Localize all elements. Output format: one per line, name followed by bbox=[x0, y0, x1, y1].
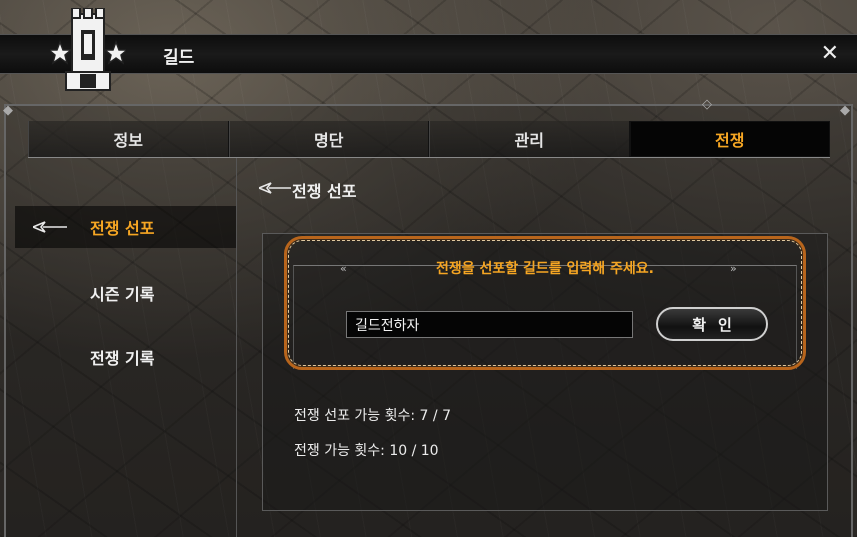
sidebar-item-declare-war[interactable]: 전쟁 선포 bbox=[15, 206, 236, 248]
tab-label: 관리 bbox=[514, 131, 544, 150]
confirm-button[interactable]: 확인 bbox=[656, 307, 768, 341]
declare-count-text: 전쟁 선포 가능 횟수: 7 / 7 bbox=[294, 408, 451, 424]
corner-ornament-icon: ◆ bbox=[840, 103, 850, 118]
top-ornament-icon: ◇ bbox=[702, 97, 712, 112]
title-bar[interactable]: 길드 ✕ bbox=[0, 34, 857, 74]
sidebar-item-label: 전쟁 기록 bbox=[90, 349, 155, 368]
sidebar-item-label: 전쟁 선포 bbox=[90, 219, 155, 238]
tab-label: 전쟁 bbox=[715, 131, 745, 150]
guild-emblem-icon bbox=[50, 8, 126, 91]
sidebar-item-season-record[interactable]: 시즌 기록 bbox=[15, 272, 236, 314]
guild-name-input[interactable]: 길드전하자 bbox=[346, 311, 633, 338]
tab-label: 정보 bbox=[113, 131, 143, 150]
sidebar-item-label: 시즌 기록 bbox=[90, 285, 155, 304]
tab-bar: 정보 명단 관리 전쟁 bbox=[28, 121, 830, 157]
guild-name-value: 길드전하자 bbox=[355, 317, 420, 334]
tab-info[interactable]: 정보 bbox=[28, 121, 229, 157]
highlight-outline bbox=[284, 236, 806, 370]
tab-roster[interactable]: 명단 bbox=[228, 121, 429, 157]
corner-ornament-icon: ◆ bbox=[3, 103, 13, 118]
window-title: 길드 bbox=[163, 48, 195, 68]
section-title: 전쟁 선포 bbox=[292, 182, 357, 201]
sidebar: 전쟁 선포 시즌 기록 전쟁 기록 bbox=[15, 158, 236, 537]
tab-war[interactable]: 전쟁 bbox=[629, 121, 830, 157]
sidebar-item-war-record[interactable]: 전쟁 기록 bbox=[15, 336, 236, 378]
arrow-pointer-icon bbox=[33, 221, 67, 233]
close-button[interactable]: ✕ bbox=[821, 41, 839, 66]
war-count-text: 전쟁 가능 횟수: 10 / 10 bbox=[294, 443, 439, 459]
arrow-pointer-icon bbox=[259, 182, 291, 194]
declare-prompt: 전쟁을 선포할 길드를 입력해 주세요. bbox=[435, 261, 654, 277]
sidebar-divider bbox=[236, 158, 237, 537]
tab-label: 명단 bbox=[314, 131, 344, 150]
ornament-right-icon: » bbox=[730, 262, 737, 275]
tab-manage[interactable]: 관리 bbox=[429, 121, 630, 157]
